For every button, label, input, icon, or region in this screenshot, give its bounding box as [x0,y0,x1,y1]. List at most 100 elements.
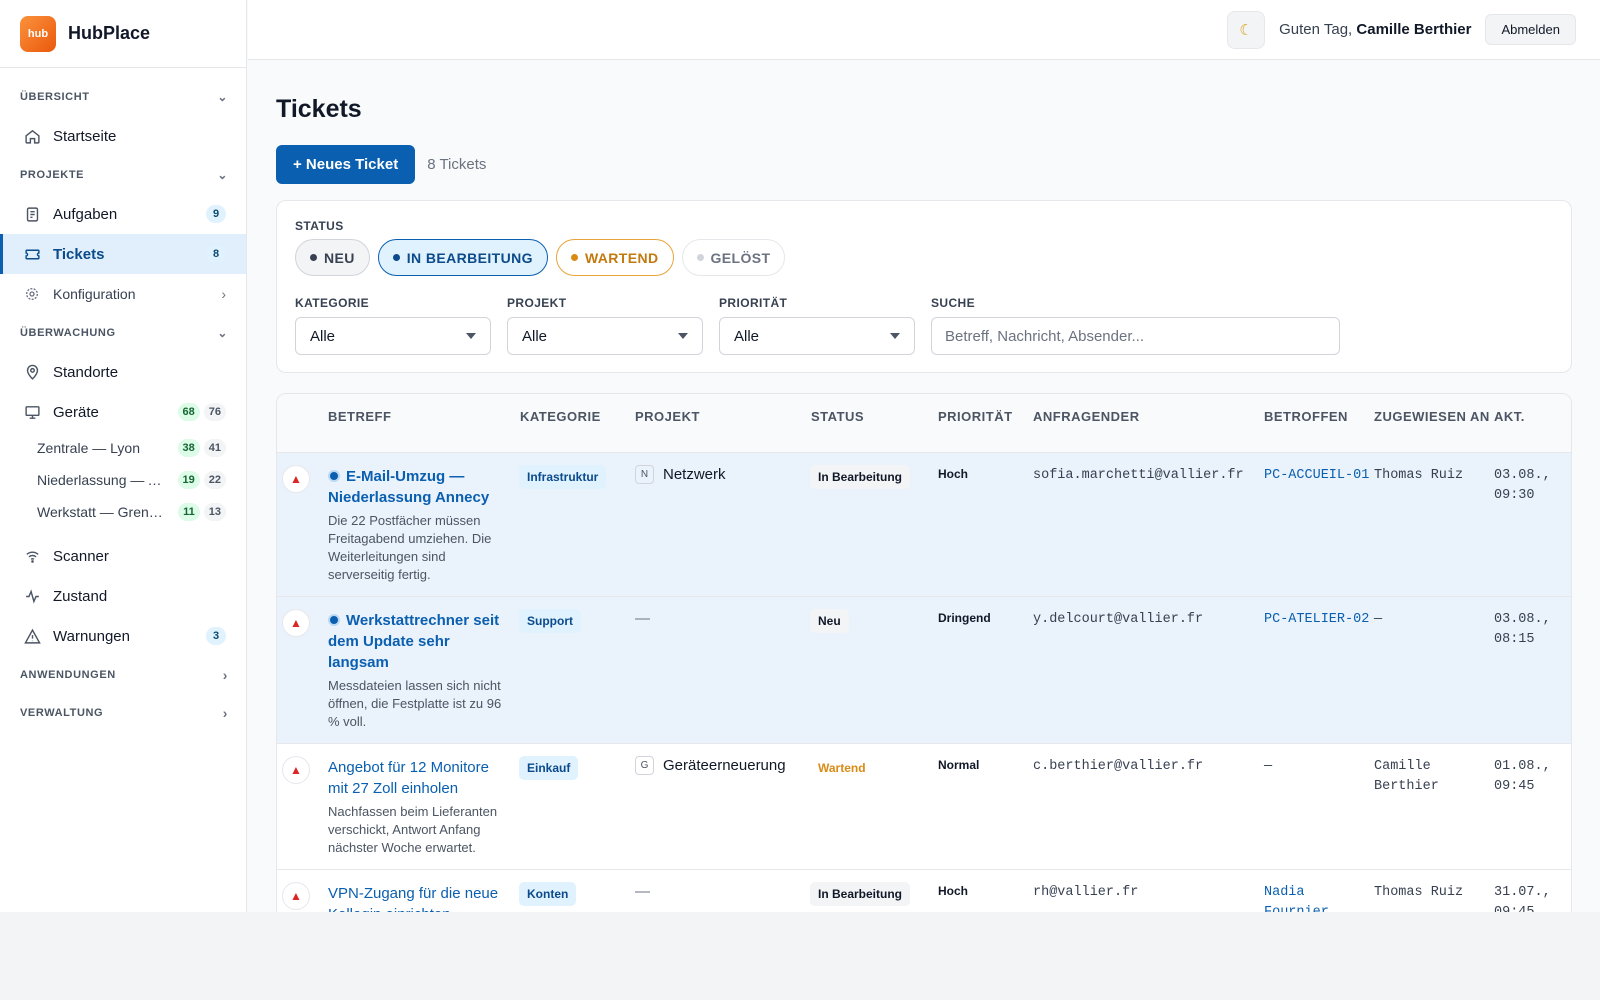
project-cell: G Geräteerneuerung [635,744,811,869]
sidebar-item-label: Aufgaben [53,205,118,223]
sidebar-subitem-site[interactable]: Werkstatt — Grenoble 11 13 [0,496,246,528]
chevron-down-icon: ⌄ [217,168,228,182]
pin-button[interactable]: ▲ [282,756,310,784]
requester-email: rh@vallier.fr [1033,885,1139,900]
ticket-subject-link[interactable]: E-Mail-Umzug — Niederlassung Annecy [328,466,506,508]
column-header-affected[interactable]: BETROFFEN [1264,394,1374,452]
section-projects[interactable]: PROJEKTE ⌄ [0,156,246,194]
column-header-status[interactable]: STATUS [811,394,938,452]
category-cell: Infrastruktur [519,453,635,596]
category-filter: KATEGORIE Alle [295,296,491,355]
priority-select[interactable]: Alle [719,317,915,355]
column-header-project[interactable]: PROJEKT [635,394,811,452]
section-overview[interactable]: ÜBERSICHT ⌄ [0,78,246,116]
updated-time: 31.07., 09:45 [1494,885,1551,912]
wifi-icon [22,546,42,566]
project-initial: N [635,465,654,484]
sidebar-subitem-site[interactable]: Zentrale — Lyon 38 41 [0,432,246,464]
sidebar-item-scanner[interactable]: Scanner [0,536,246,576]
status-dot [696,254,704,261]
column-header-assignee[interactable]: ZUGEWIESEN AN [1374,394,1494,452]
ticket-subject-link[interactable]: Angebot für 12 Monitore mit 27 Zoll einh… [328,757,506,799]
map-pin-icon [22,362,42,382]
column-header-requester[interactable]: ANFRAGENDER [1033,394,1264,452]
pin-button[interactable]: ▲ [282,882,310,910]
pin-button[interactable]: ▲ [282,609,310,637]
assignee-cell: — [1374,597,1494,743]
search-label: SUCHE [931,296,976,310]
status-chip-new[interactable]: NEU [295,239,370,276]
gear-icon [22,284,42,304]
table-row[interactable]: ▲ E-Mail-Umzug — Niederlassung Annecy Di… [277,453,1571,597]
logout-button[interactable]: Abmelden [1485,14,1576,45]
category-badge: Infrastruktur [519,465,607,489]
priority-value: Dringend [938,611,991,625]
pin-button[interactable]: ▲ [282,465,310,493]
sidebar-item-health[interactable]: Zustand [0,576,246,616]
status-chip-in-progress[interactable]: IN BEARBEITUNG [377,239,548,276]
ticket-subject-link[interactable]: Werkstattrechner seit dem Update sehr la… [328,610,506,673]
project-link[interactable]: G Geräteerneuerung [635,756,811,775]
ticket-subject-link[interactable]: VPN-Zugang für die neue Kollegin einrich… [328,883,506,912]
status-cell: In Bearbeitung [810,453,938,596]
column-header-priority[interactable]: PRIORITÄT [938,394,1033,452]
subject-cell: Angebot für 12 Monitore mit 27 Zoll einh… [328,744,520,869]
count-badge: 9 [206,205,226,223]
section-label: VERWALTUNG [20,707,104,719]
updated-cell: 03.08., 08:15 [1494,597,1570,743]
assignee-cell: Camille Berthier [1374,744,1494,869]
affected-cell: Nadia Fournier [1264,870,1374,912]
sidebar-item-config[interactable]: Konfiguration › [0,274,246,314]
project-cell: — [635,870,811,912]
unread-indicator [328,614,340,626]
section-administration[interactable]: VERWALTUNG › [0,694,246,732]
pin-cell: ▲ [277,453,328,596]
category-select[interactable]: Alle [295,317,491,355]
project-link[interactable]: N Netzwerk [635,465,811,484]
total-count-badge: 76 [203,403,226,421]
new-ticket-button[interactable]: + Neues Ticket [276,145,416,184]
search-filter: SUCHE [931,296,1340,355]
table-row[interactable]: ▲ VPN-Zugang für die neue Kollegin einri… [277,870,1571,912]
sidebar-item-warnings[interactable]: Warnungen 3 [0,616,246,656]
requester-email: y.delcourt@vallier.fr [1033,612,1204,627]
column-header-subject[interactable]: BETREFF [328,394,520,452]
sidebar-item-devices[interactable]: Geräte 68 76 [0,392,246,432]
section-applications[interactable]: ANWENDUNGEN › [0,656,246,694]
pulse-icon [22,586,42,606]
sidebar-item-tickets[interactable]: Tickets 8 [0,234,246,274]
status-chip-waiting[interactable]: WARTEND [555,239,674,276]
table-row[interactable]: ▲ Angebot für 12 Monitore mit 27 Zoll ei… [277,744,1571,870]
sidebar-item-locations[interactable]: Standorte [0,352,246,392]
sidebar-item-home[interactable]: Startseite [0,116,246,156]
pin-icon: ▲ [290,763,302,777]
filter-panel: STATUS NEU IN BEARBEITUNG WARTEND GELÖST… [276,200,1572,373]
sidebar: hub HubPlace ÜBERSICHT ⌄ Startseite PROJE… [0,0,247,912]
column-header-category[interactable]: KATEGORIE [520,394,635,452]
project-cell: N Netzwerk [635,453,811,596]
affected-link[interactable]: PC-ATELIER-02 [1264,610,1374,630]
affected-link[interactable]: PC-ACCUEIL-01 [1264,466,1374,486]
status-badge: In Bearbeitung [810,465,911,489]
moon-icon: ☾ [1239,21,1253,39]
sidebar-item-tasks[interactable]: Aufgaben 9 [0,194,246,234]
project-empty: — [635,883,650,900]
table-row[interactable]: ▲ Werkstattrechner seit dem Update sehr … [277,597,1571,744]
section-monitoring[interactable]: ÜBERWACHUNG ⌄ [0,314,246,352]
online-count-badge: 68 [177,403,200,421]
category-cell: Support [519,597,635,743]
assignee-name: Thomas Ruiz [1374,468,1464,483]
status-chip-resolved[interactable]: GELÖST [681,239,786,276]
brand[interactable]: hub HubPlace [0,0,246,68]
theme-toggle-button[interactable]: ☾ [1227,10,1266,49]
project-select[interactable]: Alle [507,317,703,355]
search-input[interactable] [931,317,1340,355]
subject-cell: E-Mail-Umzug — Niederlassung Annecy Die … [328,453,520,596]
updated-time: 03.08., 08:15 [1494,612,1551,647]
affected-link[interactable]: Nadia Fournier [1264,883,1374,912]
sidebar-item-label: Scanner [53,547,109,565]
total-count-badge: 22 [203,471,226,489]
sidebar-subitem-site[interactable]: Niederlassung — Annecy 19 22 [0,464,246,496]
project-name: Geräteerneuerung [663,757,786,774]
column-header-updated[interactable]: AKT. [1494,394,1570,452]
